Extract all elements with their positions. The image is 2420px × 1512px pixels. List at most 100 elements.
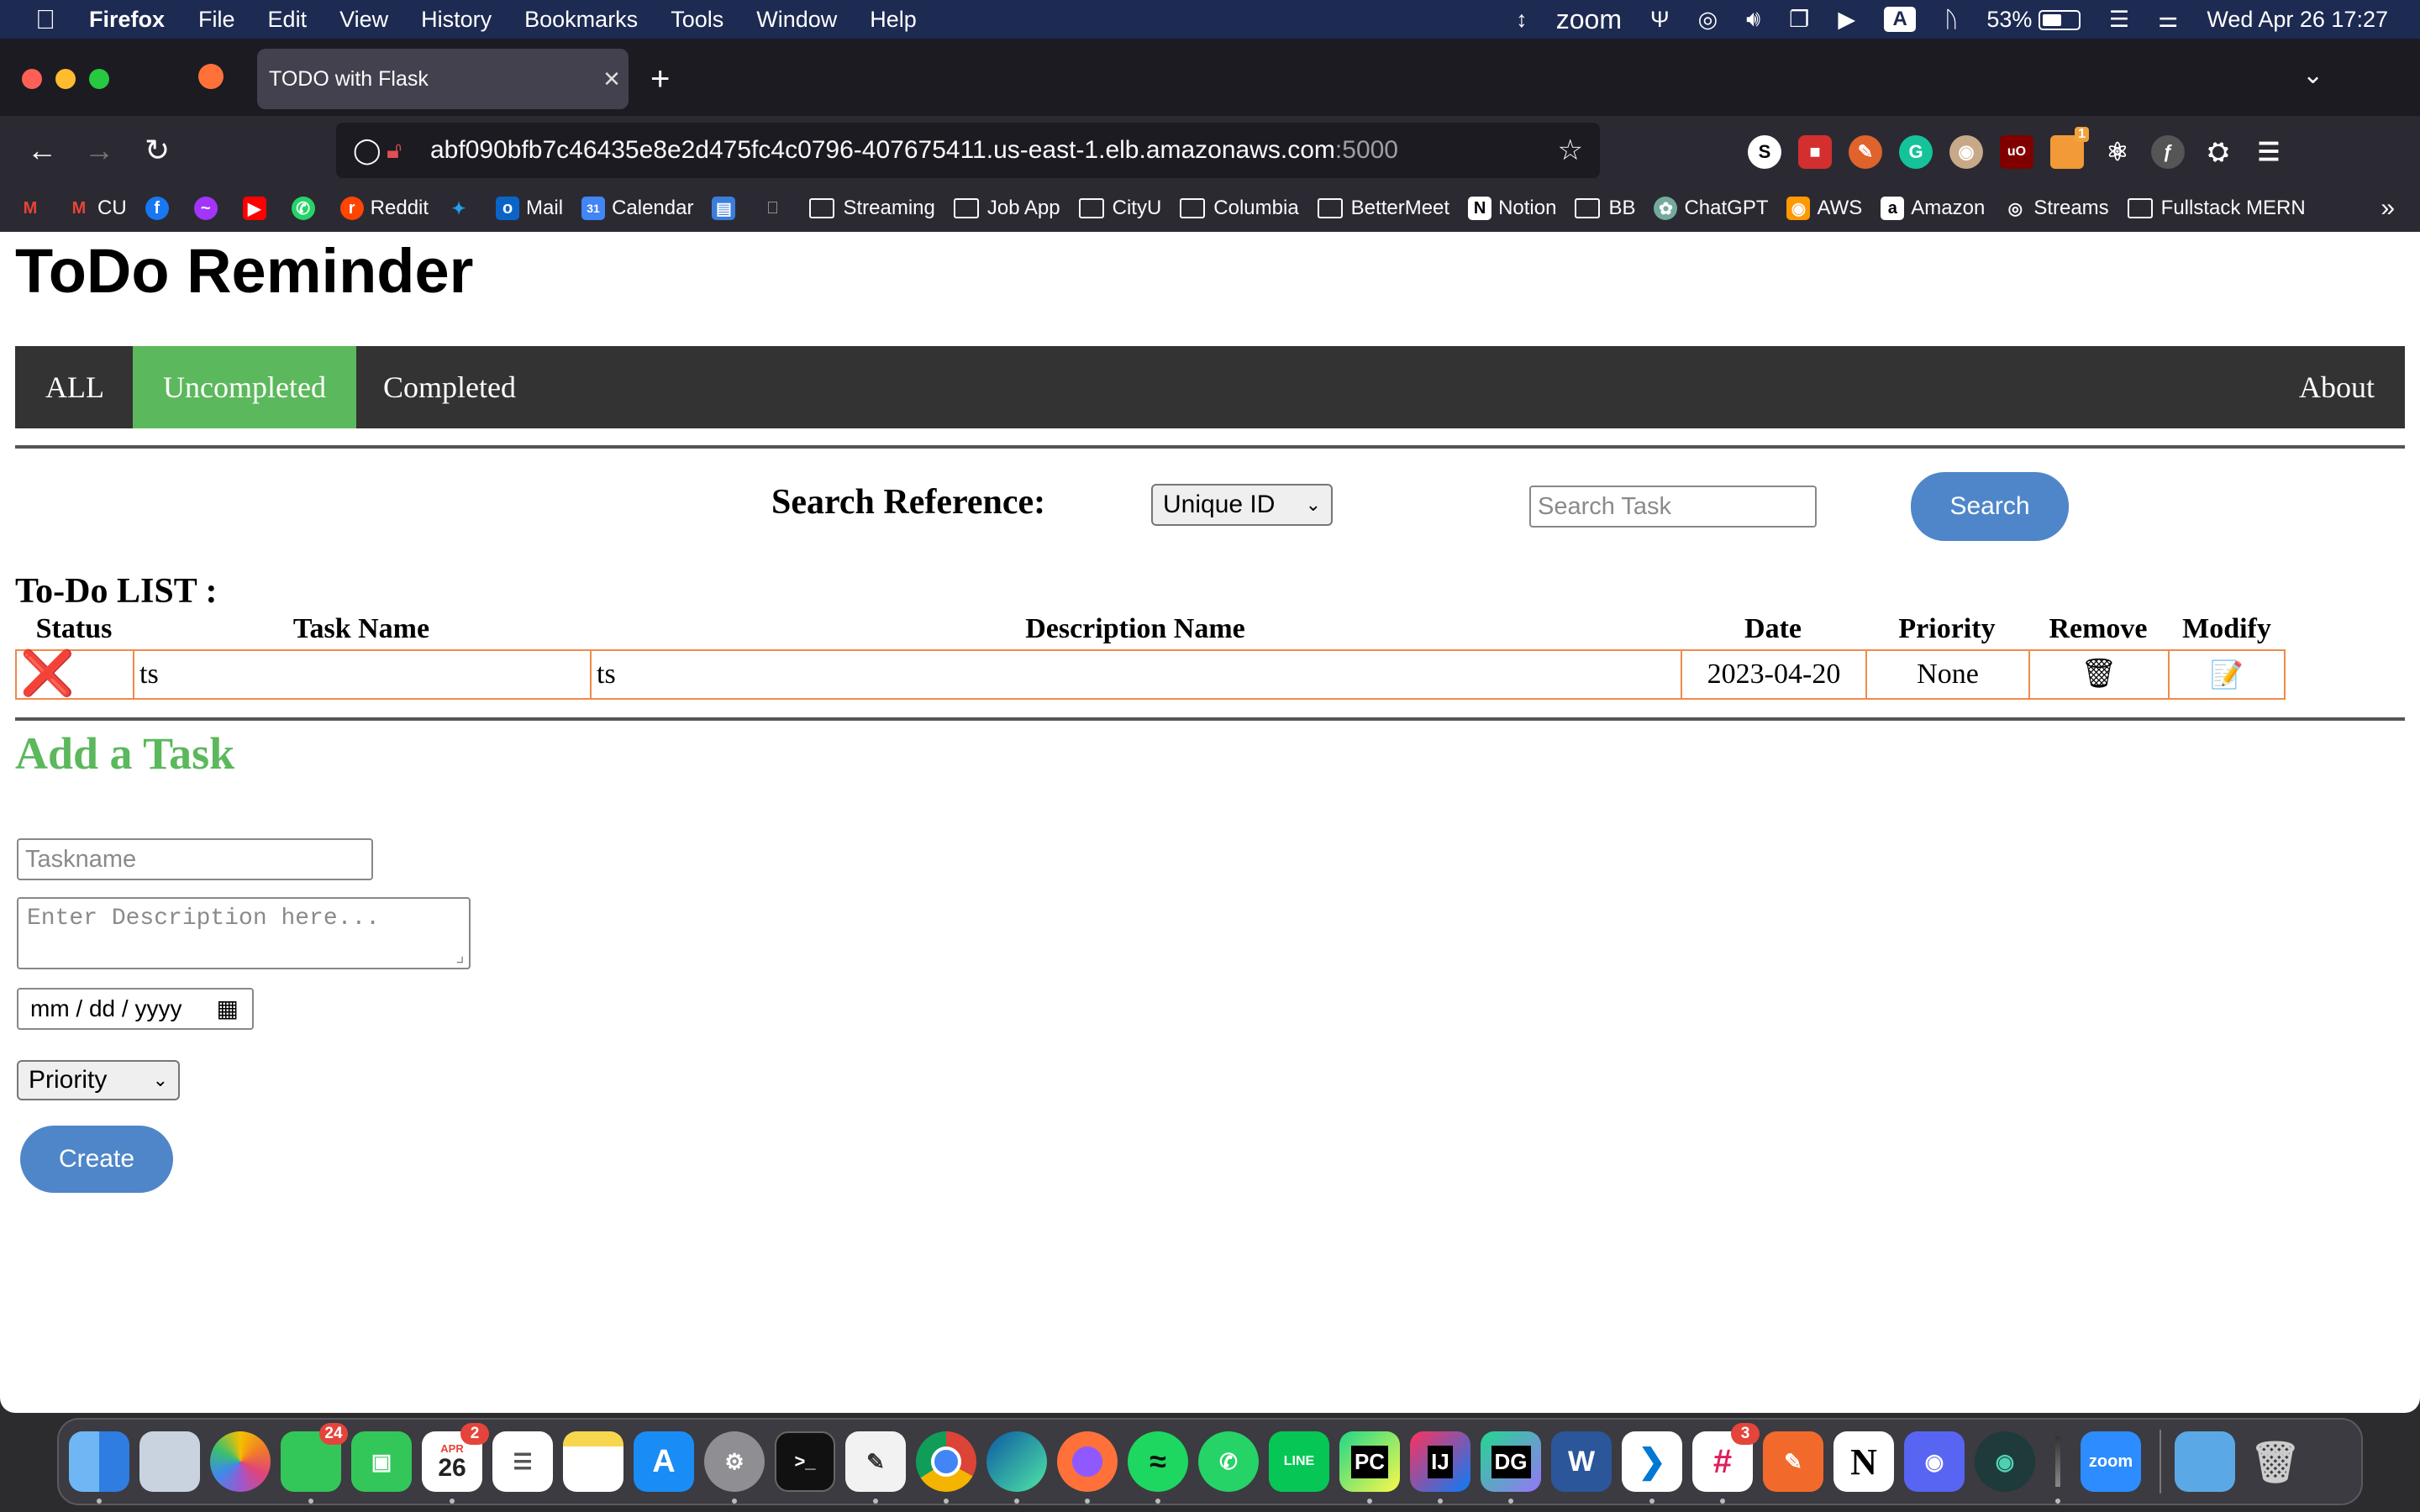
ublock-icon[interactable]: uO (2000, 135, 2033, 169)
search-button[interactable]: Search (1911, 472, 2069, 541)
window-close-button[interactable] (22, 69, 42, 89)
bookmark-folder-streaming[interactable]: Streaming (809, 197, 935, 220)
bookmark-folder-job-app[interactable]: Job App (953, 197, 1060, 220)
dock-datagrip-icon[interactable]: DG (1481, 1431, 1541, 1504)
firefox-view-icon[interactable] (198, 64, 224, 89)
media-play-icon[interactable]: ▶ (1838, 7, 1855, 33)
back-icon[interactable]: ← (27, 129, 57, 171)
calendar-icon[interactable]: ▦ (217, 990, 239, 1028)
bookmark-folder-bettermeet[interactable]: BetterMeet (1317, 197, 1449, 220)
close-tab-icon[interactable]: ✕ (595, 66, 629, 92)
fork-icon[interactable]: Ψ (1650, 7, 1670, 33)
bookmark-folder-bb[interactable]: BB (1575, 197, 1635, 220)
extension-shield-icon[interactable]: ■ (1798, 135, 1832, 169)
battery-status[interactable]: 53% (1986, 7, 2081, 33)
menu-bookmarks[interactable]: Bookmarks (524, 7, 638, 33)
menu-edit[interactable]: Edit (268, 7, 308, 33)
extension-badge-icon[interactable]: 1 (2050, 127, 2089, 169)
bookmark-folder-cityu[interactable]: CityU (1078, 197, 1161, 220)
menu-history[interactable]: History (421, 7, 492, 33)
dock-word-icon[interactable]: W (1551, 1431, 1612, 1492)
bookmark-chatgpt[interactable]: ✿ ChatGPT (1654, 197, 1768, 220)
wifi-icon[interactable]: ☰ (2109, 7, 2129, 33)
dock-zoom-icon[interactable]: zoom (2081, 1431, 2141, 1492)
dock-downloads-folder-icon[interactable] (2175, 1431, 2235, 1492)
dock-pycharm-icon[interactable]: PC (1339, 1431, 1400, 1504)
menu-file[interactable]: File (198, 7, 235, 33)
dock-calendar-icon[interactable]: APR 26 2 (422, 1423, 489, 1504)
dock-messages-icon[interactable]: 24 (281, 1423, 348, 1504)
dock-whatsapp-icon[interactable]: ✆ (1198, 1431, 1259, 1492)
list-all-tabs-icon[interactable]: ⌄ (2302, 60, 2323, 90)
new-tab-icon[interactable]: + (650, 59, 670, 99)
bookmark-cu[interactable]: M CU (67, 197, 127, 220)
extensions-puzzle-icon[interactable]: ⛭ (2202, 135, 2235, 169)
extension-pen-icon[interactable]: ✎ (1849, 135, 1882, 169)
priority-select[interactable]: Priority ⌄ (17, 1060, 180, 1100)
dock-gitkraken-icon[interactable]: ◉ (1975, 1431, 2035, 1492)
nav-completed[interactable]: Completed (353, 346, 546, 428)
scroll-arrows-icon[interactable]: ↕ (1516, 7, 1528, 33)
dock-photos-icon[interactable] (210, 1431, 271, 1492)
dock-firefox-icon[interactable] (1057, 1431, 1118, 1504)
nav-about[interactable]: About (2269, 346, 2405, 428)
dock-line-icon[interactable]: LINE (1269, 1431, 1329, 1492)
date-input[interactable]: mm / dd / yyyy ▦ (17, 988, 254, 1030)
dock-intellij-icon[interactable]: IJ (1410, 1431, 1470, 1504)
menu-view[interactable]: View (339, 7, 388, 33)
window-zoom-button[interactable] (89, 69, 109, 89)
window-minimize-button[interactable] (55, 69, 76, 89)
resize-handle-icon[interactable]: ⌟ (455, 946, 466, 968)
input-source-icon[interactable]: A (1884, 7, 1917, 32)
bookmark-mail[interactable]: o Mail (496, 197, 563, 220)
dock-slack-icon[interactable]: #3 (1692, 1423, 1760, 1504)
bookmark-facebook[interactable]: f (145, 197, 176, 220)
search-reference-select[interactable]: Unique ID ⌄ (1151, 484, 1333, 526)
nav-uncompleted[interactable]: Uncompleted (133, 346, 356, 428)
dock-facetime-icon[interactable]: ▣ (351, 1431, 412, 1492)
dock-terminal-icon[interactable]: >_ (775, 1431, 835, 1492)
forward-icon[interactable]: → (84, 129, 114, 171)
dock-vscode-icon[interactable]: ❯ (1622, 1431, 1682, 1504)
insecure-lock-icon[interactable]: 🔓︎ (387, 137, 430, 165)
bookmark-folder-columbia[interactable]: Columbia (1180, 197, 1299, 220)
bookmark-folder-fullstack-mern[interactable]: Fullstack MERN (2127, 197, 2306, 220)
dock-edge-icon[interactable] (986, 1431, 1047, 1504)
more-bookmarks-chevron-icon[interactable]: » (2381, 194, 2395, 223)
dock-chrome-icon[interactable] (916, 1431, 976, 1504)
bookmark-twitter[interactable]: ✦ (447, 197, 477, 220)
dock-app-store-icon[interactable]: A (634, 1431, 694, 1492)
bookmark-amazon[interactable]: a Amazon (1881, 197, 1985, 220)
dock-reminders-icon[interactable]: ☰ (492, 1431, 553, 1492)
screen-mirroring-icon[interactable]: ❐ (1789, 7, 1809, 33)
grammarly-icon[interactable]: G (1899, 135, 1933, 169)
bookmark-apple[interactable]:  (760, 197, 791, 220)
bookmark-aws[interactable]: ◉ AWS (1786, 197, 1862, 220)
dock-notion-icon[interactable]: N (1833, 1431, 1894, 1492)
dock-preview-icon[interactable] (139, 1431, 200, 1492)
bookmark-star-icon[interactable]: ☆ (1558, 134, 1583, 167)
dock-discord-icon[interactable]: ◉ (1904, 1431, 1965, 1492)
menu-window[interactable]: Window (756, 7, 837, 33)
trash-icon[interactable]: 🗑 (2030, 651, 2170, 698)
bookmark-gmail[interactable]: M (18, 197, 49, 220)
dock-spotify-icon[interactable]: ≈ (1128, 1431, 1188, 1504)
edit-memo-icon[interactable]: 📝 (2170, 651, 2284, 698)
browser-tab-active[interactable]: TODO with Flask ✕ (257, 49, 629, 109)
menu-bar-clock[interactable]: Wed Apr 26 17:27 (2207, 7, 2388, 33)
nav-all[interactable]: ALL (15, 346, 134, 428)
menu-tools[interactable]: Tools (671, 7, 723, 33)
dock-pen-app-icon[interactable]: ✎ (1763, 1431, 1823, 1492)
bookmark-whatsapp[interactable]: ✆ (291, 197, 322, 220)
react-devtools-icon[interactable]: ⚛ (2101, 135, 2134, 169)
create-button[interactable]: Create (20, 1126, 173, 1193)
zoom-status-item[interactable]: zoom (1556, 4, 1622, 35)
bookmark-calendar[interactable]: 31 Calendar (581, 197, 693, 220)
bluetooth-icon[interactable]: ᚢ (1944, 7, 1958, 33)
app-menu-icon[interactable]: ☰ (2252, 135, 2286, 169)
bookmark-unnamed[interactable]: ▤ (712, 197, 742, 220)
search-task-input[interactable]: Search Task (1529, 486, 1817, 528)
menu-help[interactable]: Help (870, 7, 917, 33)
bookmark-messenger[interactable]: ~ (193, 197, 224, 220)
apple-menu-icon[interactable]:  (30, 4, 60, 35)
